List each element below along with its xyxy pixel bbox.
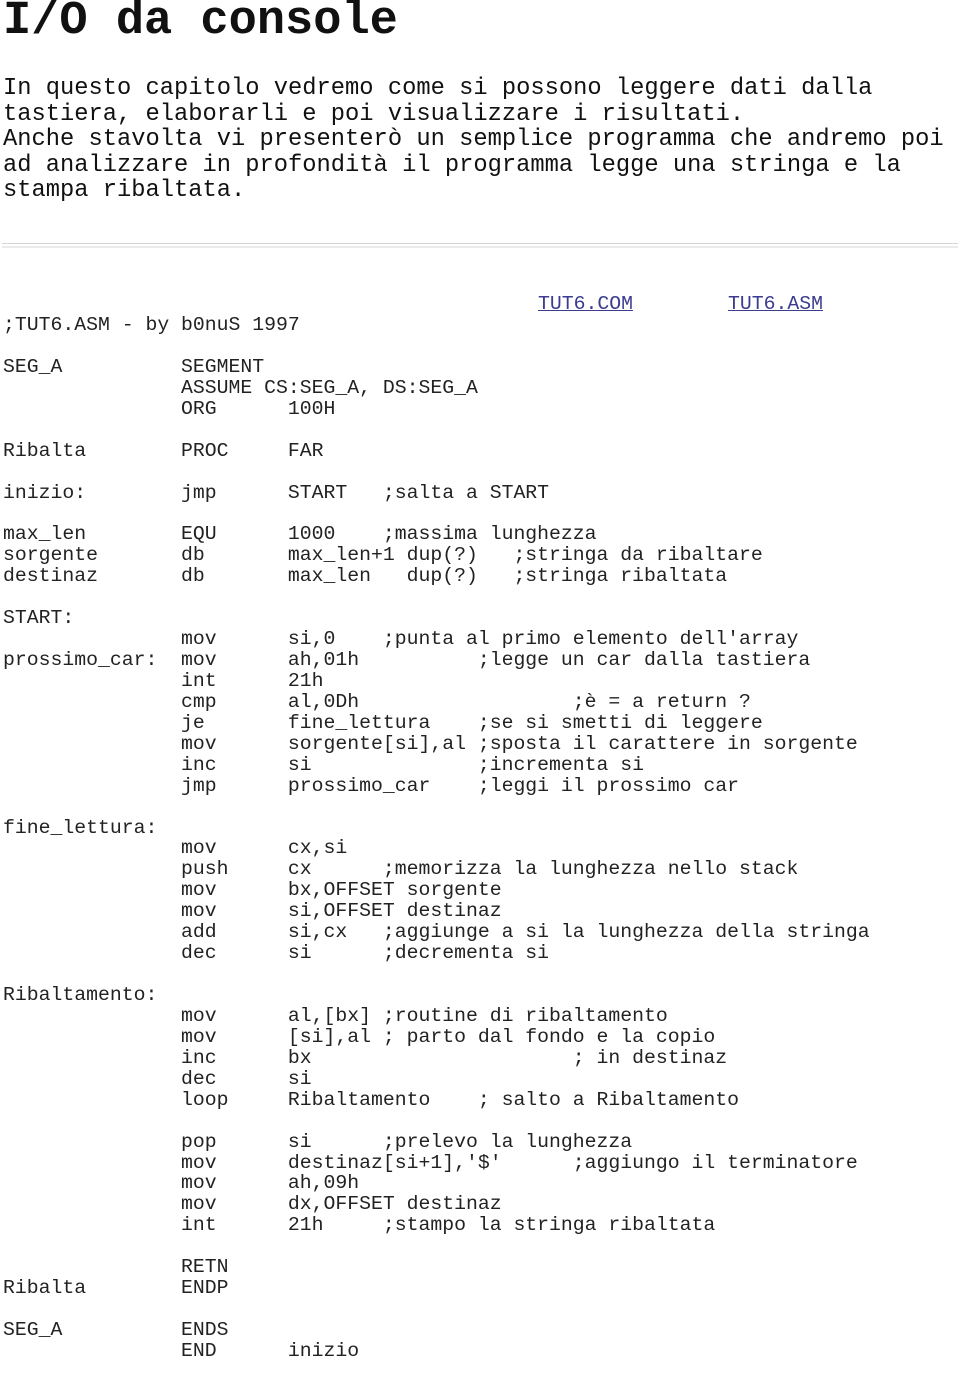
code-line: loop Ribaltamento ; salto a Ribaltamento — [3, 1088, 739, 1111]
code-line: max_len EQU 1000 ;massima lunghezza — [3, 523, 597, 546]
tut6-asm-link[interactable]: TUT6.ASM — [728, 294, 823, 315]
code-line: ;TUT6.ASM - by b0nuS 1997 — [3, 314, 300, 336]
assembly-listing: ;TUT6.ASM - by b0nuS 1997 SEG_A SEGMENT A… — [3, 315, 870, 1362]
code-line: mov sorgente[si],al ;sposta il carattere… — [3, 732, 858, 755]
code-line: prossimo_car: mov ah,01h ;legge un car d… — [3, 649, 811, 671]
code-line: je fine_lettura ;se si smetti di leggere — [3, 711, 763, 734]
horizontal-rule — [2, 243, 958, 248]
code-line: destinaz db max_len dup(?) ;stringa riba… — [3, 565, 728, 588]
tut6-com-link[interactable]: TUT6.COM — [538, 294, 633, 315]
code-line: inc si ;incrementa si — [3, 753, 645, 776]
code-line: mov dx,OFFSET destinaz — [3, 1193, 502, 1216]
code-line: int 21h — [3, 669, 324, 692]
code-line: mov [si],al ; parto dal fondo e la copio — [3, 1025, 716, 1048]
code-line: dec si ;decrementa si — [3, 942, 550, 965]
code-line: END inizio — [3, 1339, 360, 1362]
code-line: cmp al,0Dh ;è = a return ? — [3, 690, 751, 713]
code-line: mov destinaz[si+1],'$' ;aggiungo il term… — [3, 1151, 858, 1174]
code-line: sorgente db max_len+1 dup(?) ;stringa da… — [3, 544, 763, 567]
code-line: pop si ;prelevo la lunghezza — [3, 1130, 633, 1153]
code-line: SEG_A ENDS — [3, 1319, 229, 1341]
code-line: Ribalta PROC FAR — [3, 439, 324, 462]
code-line: dec si — [3, 1067, 312, 1090]
code-line: fine_lettura: — [3, 816, 158, 839]
code-line: mov si,OFFSET destinaz — [3, 900, 502, 923]
code-line: mov cx,si — [3, 837, 348, 860]
code-line: Ribaltamento: — [3, 984, 158, 1006]
code-line: mov ah,09h — [3, 1172, 360, 1195]
code-line: START: — [3, 607, 75, 630]
code-line: RETN — [3, 1256, 229, 1279]
code-line: mov bx,OFFSET sorgente — [3, 879, 502, 902]
code-line: ASSUME CS:SEG_A, DS:SEG_A — [3, 376, 478, 399]
intro-paragraph: In questo capitolo vedremo come si posso… — [3, 75, 944, 204]
code-line: ORG 100H — [3, 397, 336, 420]
code-line: add si,cx ;aggiunge a si la lunghezza de… — [3, 921, 870, 944]
code-line: inc bx ; in destinaz — [3, 1046, 728, 1069]
code-line: inizio: jmp START ;salta a START — [3, 481, 550, 504]
code-line: jmp prossimo_car ;leggi il prossimo car — [3, 774, 739, 797]
code-line: Ribalta ENDP — [3, 1277, 229, 1300]
code-line: push cx ;memorizza la lunghezza nello st… — [3, 858, 799, 881]
code-line: mov al,[bx] ;routine di ribaltamento — [3, 1004, 668, 1027]
code-line: SEG_A SEGMENT — [3, 355, 265, 378]
code-line: mov si,0 ;punta al primo elemento dell'a… — [3, 628, 799, 651]
page-title: I/O da console — [3, 0, 398, 48]
code-line: int 21h ;stampo la stringa ribaltata — [3, 1214, 716, 1237]
